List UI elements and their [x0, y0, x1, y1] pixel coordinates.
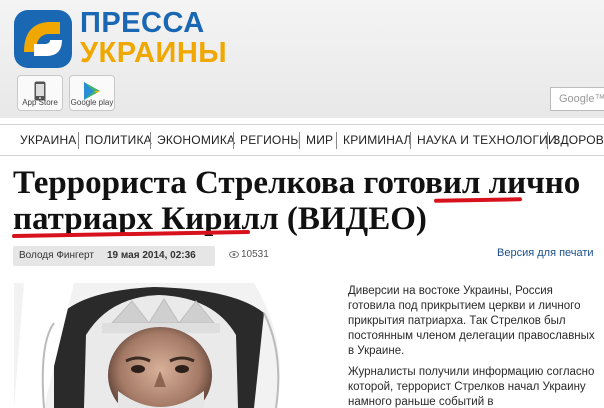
- nav-item-world[interactable]: МИР: [306, 133, 333, 147]
- nav-item-science[interactable]: НАУКА И ТЕХНОЛОГИИ: [417, 133, 557, 147]
- torn-paper-photo: [14, 283, 334, 408]
- article-meta: Володя Фингерт 19 мая 2014, 02:36: [13, 246, 215, 266]
- article-paragraph: Диверсии на востоке Украины, Россия гото…: [348, 285, 595, 357]
- nav-separator: [150, 132, 151, 149]
- logo-icon[interactable]: [14, 10, 72, 68]
- search-input[interactable]: Google™: [550, 87, 604, 111]
- nav-item-economy[interactable]: ЭКОНОМИКА: [157, 133, 235, 147]
- article-paragraph: Журналисты получили информацию согласно …: [348, 366, 595, 408]
- nav-item-health[interactable]: ЗДОРОВЬ: [553, 133, 604, 147]
- google-play-button[interactable]: Google play: [69, 75, 115, 111]
- print-version-link[interactable]: Версия для печати: [497, 247, 594, 259]
- views-count: 10531: [241, 249, 269, 260]
- article-photo: [14, 283, 334, 408]
- nav-separator: [336, 132, 337, 149]
- main-nav: УКРАИНА ПОЛИТИКА ЭКОНОМИКА РЕГИОНЫ МИР К…: [0, 124, 604, 156]
- nav-separator: [410, 132, 411, 149]
- nav-item-crime[interactable]: КРИМИНАЛ: [343, 133, 412, 147]
- google-play-label: Google play: [70, 98, 114, 107]
- nav-item-regions[interactable]: РЕГИОНЫ: [240, 133, 301, 147]
- search-placeholder: Google™: [559, 93, 604, 105]
- nav-item-politics[interactable]: ПОЛИТИКА: [85, 133, 152, 147]
- app-store-label: App Store: [22, 98, 58, 107]
- author-name[interactable]: Володя Фингерт: [19, 250, 94, 261]
- nav-separator: [547, 132, 548, 149]
- views-icon: [229, 251, 239, 258]
- logo-line1: ПРЕССА: [80, 7, 205, 39]
- logo-line2: УКРАИНЫ: [80, 37, 228, 69]
- nav-separator: [233, 132, 234, 149]
- site-logo[interactable]: ПРЕССА УКРАИНЫ: [80, 8, 227, 68]
- app-store-button[interactable]: App Store: [17, 75, 63, 111]
- nav-separator: [299, 132, 300, 149]
- nav-separator: [78, 132, 79, 149]
- publish-date: 19 мая 2014, 02:36: [107, 250, 196, 261]
- title-line1: Террориста Стрелкова готовил лично: [13, 165, 581, 201]
- nav-item-ukraine[interactable]: УКРАИНА: [20, 133, 77, 147]
- site-header: ПРЕССА УКРАИНЫ App Store Google play Goo…: [0, 0, 604, 118]
